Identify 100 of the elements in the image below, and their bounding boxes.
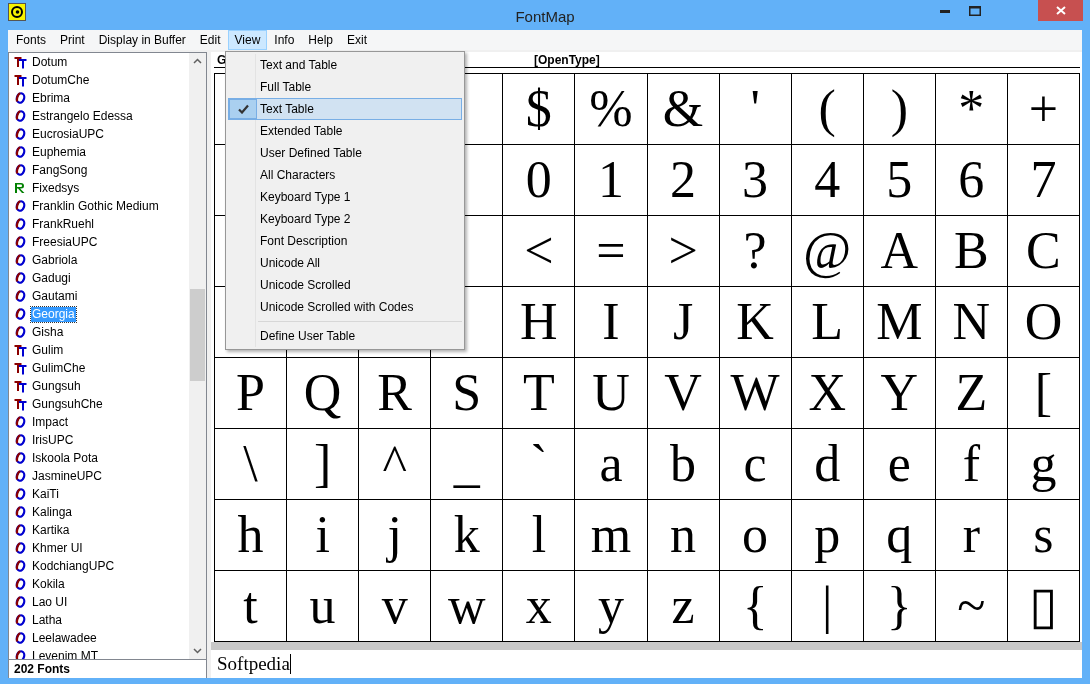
opentype-icon bbox=[14, 650, 26, 659]
menu-item[interactable]: Display in Buffer bbox=[91, 30, 193, 50]
glyph-cell: ) bbox=[863, 74, 936, 145]
font-list-item[interactable]: Ebrima bbox=[31, 90, 71, 106]
menu-option[interactable]: Text and Table bbox=[228, 54, 462, 76]
opentype-icon bbox=[14, 200, 26, 212]
font-list-item[interactable]: Iskoola Pota bbox=[31, 450, 100, 466]
font-list-item[interactable]: FrankRuehl bbox=[31, 216, 96, 232]
menu-option[interactable]: Font Description bbox=[228, 230, 462, 252]
scroll-down-icon[interactable] bbox=[193, 648, 202, 654]
opentype-icon bbox=[14, 452, 26, 464]
truetype-icon bbox=[13, 73, 27, 87]
font-list-item[interactable]: DotumChe bbox=[31, 72, 91, 88]
menu-option[interactable]: All Characters bbox=[228, 164, 462, 186]
glyph-cell: o bbox=[719, 500, 792, 571]
menu-option[interactable]: Text Table bbox=[228, 98, 462, 120]
font-list-item[interactable]: FreesiaUPC bbox=[31, 234, 99, 250]
font-list-item[interactable]: Leelawadee bbox=[31, 630, 98, 646]
font-list-item[interactable]: Gautami bbox=[31, 288, 79, 304]
truetype-icon bbox=[13, 361, 27, 375]
menu-option[interactable]: Unicode All bbox=[228, 252, 462, 274]
glyph-cell: @ bbox=[791, 216, 864, 287]
font-list-item[interactable]: Estrangelo Edessa bbox=[31, 108, 134, 124]
font-list-item[interactable]: Fixedsys bbox=[31, 180, 81, 196]
menu-option[interactable]: Define User Table bbox=[228, 325, 462, 347]
font-list-item[interactable]: Lao UI bbox=[31, 594, 69, 610]
font-list-item[interactable]: Gisha bbox=[31, 324, 65, 340]
menu-option[interactable]: Unicode Scrolled bbox=[228, 274, 462, 296]
font-list-item[interactable]: FangSong bbox=[31, 162, 89, 178]
opentype-icon bbox=[14, 524, 26, 536]
menu-item[interactable]: Exit bbox=[340, 30, 375, 50]
glyph-cell: R bbox=[359, 358, 432, 429]
glyph-cell: 1 bbox=[575, 145, 648, 216]
glyph-cell: 3 bbox=[719, 145, 792, 216]
glyph-cell: a bbox=[575, 429, 648, 500]
opentype-icon bbox=[14, 560, 26, 572]
font-list-item[interactable]: Dotum bbox=[31, 54, 69, 70]
menu-item[interactable]: View bbox=[227, 30, 268, 50]
font-list-item[interactable]: Kokila bbox=[31, 576, 66, 592]
font-list-item[interactable]: Kalinga bbox=[31, 504, 74, 520]
opentype-icon bbox=[14, 290, 26, 302]
scrollbar[interactable] bbox=[189, 53, 206, 659]
menu-option[interactable]: Unicode Scrolled with Codes bbox=[228, 296, 462, 318]
font-list-item[interactable]: GungsuhChe bbox=[31, 396, 104, 412]
glyph-cell: L bbox=[791, 287, 864, 358]
font-list-item[interactable]: Levenim MT bbox=[31, 648, 100, 659]
font-list-item[interactable]: Impact bbox=[31, 414, 69, 430]
font-list-item[interactable]: IrisUPC bbox=[31, 432, 75, 448]
menu-item[interactable]: Edit bbox=[192, 30, 228, 50]
font-list-item[interactable]: GulimChe bbox=[31, 360, 87, 376]
opentype-icon bbox=[14, 596, 26, 608]
font-list-item[interactable]: Gulim bbox=[31, 342, 65, 358]
font-list-item[interactable]: KodchiangUPC bbox=[31, 558, 116, 574]
glyph-cell: B bbox=[935, 216, 1008, 287]
maximize-icon bbox=[969, 6, 981, 16]
font-list-item[interactable]: Latha bbox=[31, 612, 64, 628]
glyph-cell: c bbox=[719, 429, 792, 500]
font-list-item[interactable]: JasmineUPC bbox=[31, 468, 104, 484]
menu-item[interactable]: Print bbox=[53, 30, 92, 50]
opentype-icon bbox=[14, 146, 26, 158]
glyph-cell: j bbox=[359, 500, 432, 571]
font-list-item[interactable]: Kartika bbox=[31, 522, 71, 538]
menu-option[interactable]: Keyboard Type 2 bbox=[228, 208, 462, 230]
scrollbar-thumb[interactable] bbox=[190, 289, 205, 381]
font-list-item[interactable]: Gabriola bbox=[31, 252, 79, 268]
close-button[interactable] bbox=[1038, 0, 1083, 21]
scroll-up-icon[interactable] bbox=[193, 58, 202, 64]
opentype-icon bbox=[14, 326, 26, 338]
glyph-cell: ^ bbox=[359, 429, 432, 500]
font-list-item[interactable]: Euphemia bbox=[31, 144, 88, 160]
menu-option[interactable]: Keyboard Type 1 bbox=[228, 186, 462, 208]
font-list[interactable] bbox=[8, 52, 207, 660]
glyph-cell: J bbox=[647, 287, 720, 358]
app-icon bbox=[8, 3, 26, 21]
glyph-cell: Y bbox=[863, 358, 936, 429]
buffer-field[interactable]: Softpedia bbox=[211, 650, 1082, 678]
menu-option[interactable]: Extended Table bbox=[228, 120, 462, 142]
menu-item[interactable]: Fonts bbox=[9, 30, 53, 50]
glyph-cell: % bbox=[575, 74, 648, 145]
glyph-cell: I bbox=[575, 287, 648, 358]
glyph-cell: > bbox=[647, 216, 720, 287]
font-list-item[interactable]: Khmer UI bbox=[31, 540, 84, 556]
menu-option[interactable]: User Defined Table bbox=[228, 142, 462, 164]
opentype-icon bbox=[14, 236, 26, 248]
menu-item[interactable]: Help bbox=[301, 30, 341, 50]
font-count: 202 Fonts bbox=[8, 660, 207, 678]
glyph-cell: k bbox=[431, 500, 504, 571]
font-list-item[interactable]: Franklin Gothic Medium bbox=[31, 198, 160, 214]
glyph-cell: W bbox=[719, 358, 792, 429]
font-list-item[interactable]: KaiTi bbox=[31, 486, 60, 502]
opentype-icon bbox=[14, 218, 26, 230]
glyph-cell: O bbox=[1007, 287, 1080, 358]
font-list-item[interactable]: EucrosiaUPC bbox=[31, 126, 106, 142]
font-list-item[interactable]: Gungsuh bbox=[31, 378, 82, 394]
glyph-cell: K bbox=[719, 287, 792, 358]
font-list-item[interactable]: Gadugi bbox=[31, 270, 72, 286]
menu-item[interactable]: Info bbox=[267, 30, 302, 50]
glyph-cell: + bbox=[1007, 74, 1080, 145]
menu-option[interactable]: Full Table bbox=[228, 76, 462, 98]
glyph-cell: V bbox=[647, 358, 720, 429]
